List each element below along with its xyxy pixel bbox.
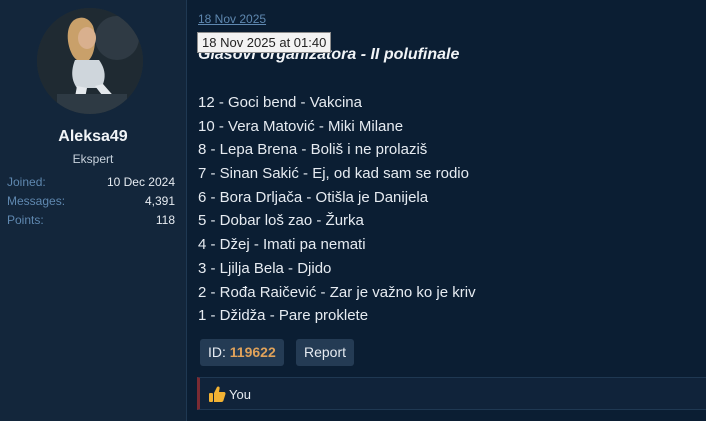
reaction-user-list[interactable]: You xyxy=(229,387,251,402)
avatar-image xyxy=(37,8,143,114)
list-item: 12 - Goci bend - Vakcina xyxy=(198,94,362,111)
post-divider xyxy=(186,0,187,426)
thumbs-up-icon xyxy=(209,386,226,402)
list-item: 6 - Bora Drljača - Otišla je Danijela xyxy=(198,188,429,206)
list-item: 3 - Ljilja Bela - Djido xyxy=(198,259,332,277)
stat-messages: Messages: 4,391 xyxy=(7,194,175,208)
list-item: 10 - Vera Matović - Miki Milane xyxy=(198,117,404,135)
username-link[interactable]: Aleksa49 xyxy=(0,128,186,146)
post-id-number: 119622 xyxy=(229,344,276,360)
avatar[interactable] xyxy=(37,8,143,114)
list-item: 4 - Džej - Imati pa nemati xyxy=(198,236,366,254)
user-panel: Aleksa49 Ekspert Joined: 10 Dec 2024 Mes… xyxy=(0,0,186,426)
post-date-link[interactable]: 18 Nov 2025 xyxy=(198,12,266,26)
reactions-bar[interactable]: You xyxy=(197,377,706,410)
stat-label: Messages: xyxy=(7,194,66,208)
report-button[interactable]: Report xyxy=(296,339,355,366)
list-item: 1 - Džidža - Pare proklete xyxy=(198,307,369,325)
user-title: Ekspert xyxy=(72,152,114,166)
forum-post: Aleksa49 Ekspert Joined: 10 Dec 2024 Mes… xyxy=(0,0,706,426)
post-id-badge[interactable]: ID: 119622 xyxy=(200,339,284,366)
list-item: 2 - Rođa Raičević - Zar je važno ko je k… xyxy=(198,283,476,301)
stat-value: 10 Dec 2024 xyxy=(106,175,175,189)
date-tooltip: 18 Nov 2025 at 01:40 xyxy=(197,32,332,53)
stat-value: 118 xyxy=(155,213,175,227)
stat-label: Joined: xyxy=(7,175,46,189)
list-item: 5 - Dobar loš zao - Žurka xyxy=(198,212,364,230)
list-item: 7 - Sinan Sakić - Ej, od kad sam se rodi… xyxy=(198,165,469,183)
post-id-label: ID: xyxy=(208,344,226,360)
vote-list: 12 - Goci bend - Vakcina 10 - Vera Matov… xyxy=(198,94,476,331)
bottom-edge xyxy=(0,421,706,426)
stat-value: 4,391 xyxy=(144,194,175,208)
stat-joined: Joined: 10 Dec 2024 xyxy=(7,175,175,189)
stat-points: Points: 118 xyxy=(7,213,175,227)
stat-label: Points: xyxy=(7,213,44,227)
list-item: 8 - Lepa Brena - Boliš i ne prolaziš xyxy=(198,141,428,159)
